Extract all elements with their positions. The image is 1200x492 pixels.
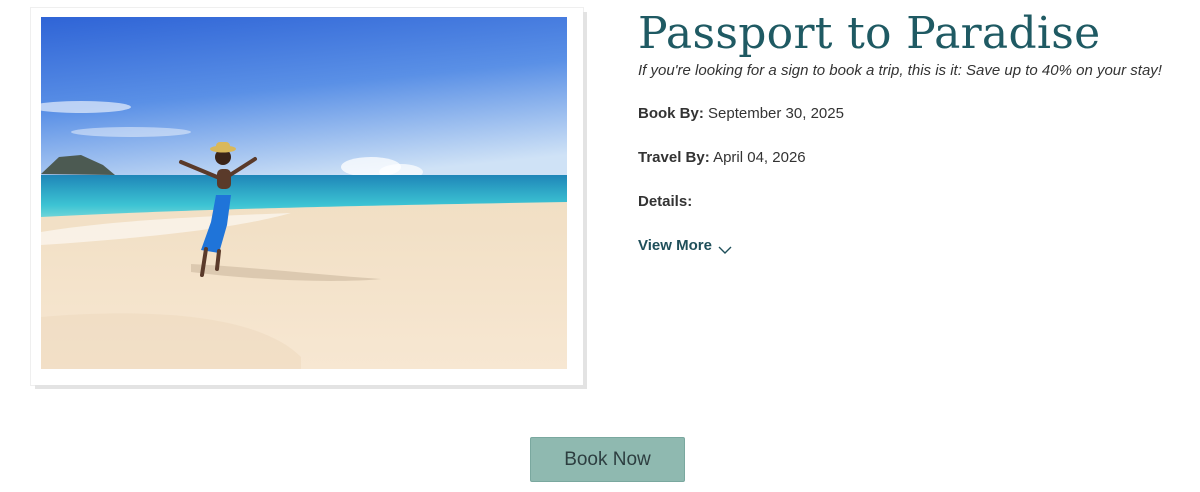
details-label: Details: — [638, 193, 693, 210]
book-by-value: September 30, 2025 — [708, 105, 844, 122]
view-more-label: View More — [638, 237, 712, 254]
offer-subtitle: If you're looking for a sign to book a t… — [638, 62, 1162, 79]
book-by-label: Book By: — [638, 105, 704, 122]
view-more-link[interactable]: View More — [638, 236, 732, 256]
travel-by-value: April 04, 2026 — [713, 149, 806, 166]
chevron-down-icon — [718, 241, 732, 254]
details-row: Details: — [638, 192, 692, 212]
offer-details: Passport to Paradise If you're looking f… — [638, 8, 1183, 254]
beach-photo — [41, 17, 567, 369]
travel-by-label: Travel By: — [638, 149, 710, 166]
offer-title: Passport to Paradise — [638, 8, 1101, 59]
book-by-row: Book By: September 30, 2025 — [638, 104, 844, 124]
offer-image-frame — [31, 8, 583, 385]
book-now-button[interactable]: Book Now — [530, 437, 685, 482]
travel-by-row: Travel By: April 04, 2026 — [638, 148, 806, 168]
